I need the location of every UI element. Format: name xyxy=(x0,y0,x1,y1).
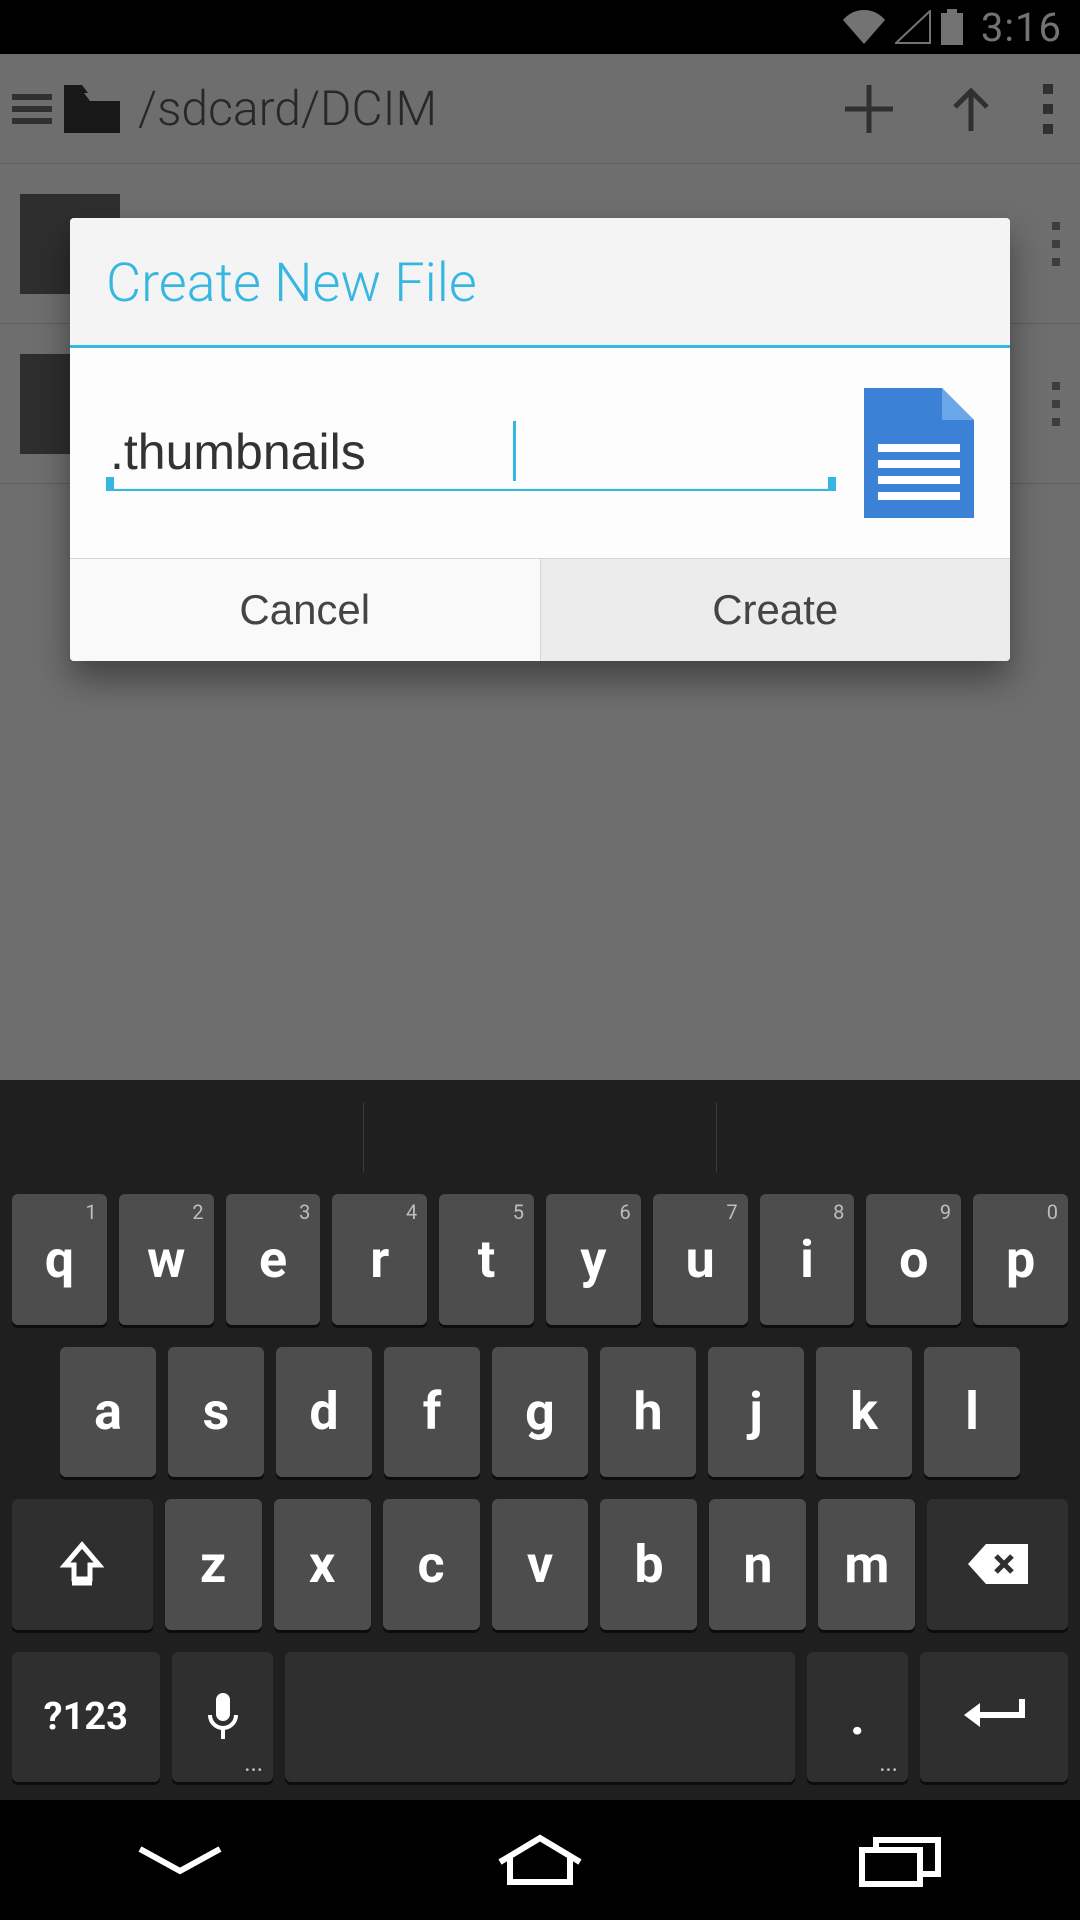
soft-keyboard: 1q 2w 3e 4r 5t 6y 7u 8i 9o 0p a s d f g … xyxy=(0,1080,1080,1800)
key-i[interactable]: 8i xyxy=(760,1194,855,1325)
create-file-dialog: Create New File Cancel Create xyxy=(70,218,1010,661)
keyboard-row-4: ?123 ... .... xyxy=(10,1652,1070,1783)
file-type-icon[interactable] xyxy=(864,388,974,522)
dialog-body xyxy=(70,348,1010,558)
key-f[interactable]: f xyxy=(384,1347,480,1478)
key-period[interactable]: .... xyxy=(807,1652,909,1783)
key-l[interactable]: l xyxy=(924,1347,1020,1478)
key-v[interactable]: v xyxy=(492,1499,589,1630)
create-button[interactable]: Create xyxy=(540,559,1011,661)
key-j[interactable]: j xyxy=(708,1347,804,1478)
key-t[interactable]: 5t xyxy=(439,1194,534,1325)
key-q[interactable]: 1q xyxy=(12,1194,107,1325)
nav-back-icon[interactable] xyxy=(130,1835,230,1885)
key-n[interactable]: n xyxy=(709,1499,806,1630)
key-s[interactable]: s xyxy=(168,1347,264,1478)
key-symbols[interactable]: ?123 xyxy=(12,1652,160,1783)
key-c[interactable]: c xyxy=(383,1499,480,1630)
filename-input[interactable] xyxy=(106,419,836,491)
nav-home-icon[interactable] xyxy=(490,1832,590,1888)
key-g[interactable]: g xyxy=(492,1347,588,1478)
key-k[interactable]: k xyxy=(816,1347,912,1478)
dialog-title: Create New File xyxy=(70,218,1010,348)
cancel-button[interactable]: Cancel xyxy=(70,559,540,661)
key-shift[interactable] xyxy=(12,1499,153,1630)
text-cursor xyxy=(513,421,516,481)
key-backspace[interactable] xyxy=(927,1499,1068,1630)
key-o[interactable]: 9o xyxy=(866,1194,961,1325)
key-x[interactable]: x xyxy=(274,1499,371,1630)
key-h[interactable]: h xyxy=(600,1347,696,1478)
nav-recents-icon[interactable] xyxy=(850,1832,950,1888)
key-w[interactable]: 2w xyxy=(119,1194,214,1325)
key-enter[interactable] xyxy=(920,1652,1068,1783)
keyboard-row-3: z x c v b n m xyxy=(10,1499,1070,1630)
key-u[interactable]: 7u xyxy=(653,1194,748,1325)
dialog-buttons: Cancel Create xyxy=(70,558,1010,661)
key-d[interactable]: d xyxy=(276,1347,372,1478)
keyboard-row-1: 1q 2w 3e 4r 5t 6y 7u 8i 9o 0p xyxy=(10,1194,1070,1325)
key-r[interactable]: 4r xyxy=(332,1194,427,1325)
key-space[interactable] xyxy=(285,1652,794,1783)
suggestion-bar xyxy=(10,1102,1070,1172)
key-y[interactable]: 6y xyxy=(546,1194,641,1325)
key-m[interactable]: m xyxy=(818,1499,915,1630)
filename-input-wrap[interactable] xyxy=(106,419,836,491)
key-p[interactable]: 0p xyxy=(973,1194,1068,1325)
key-b[interactable]: b xyxy=(600,1499,697,1630)
key-e[interactable]: 3e xyxy=(226,1194,321,1325)
key-a[interactable]: a xyxy=(60,1347,156,1478)
system-nav-bar xyxy=(0,1800,1080,1920)
key-z[interactable]: z xyxy=(165,1499,262,1630)
keyboard-row-2: a s d f g h j k l xyxy=(10,1347,1070,1478)
key-voice[interactable]: ... xyxy=(172,1652,274,1783)
